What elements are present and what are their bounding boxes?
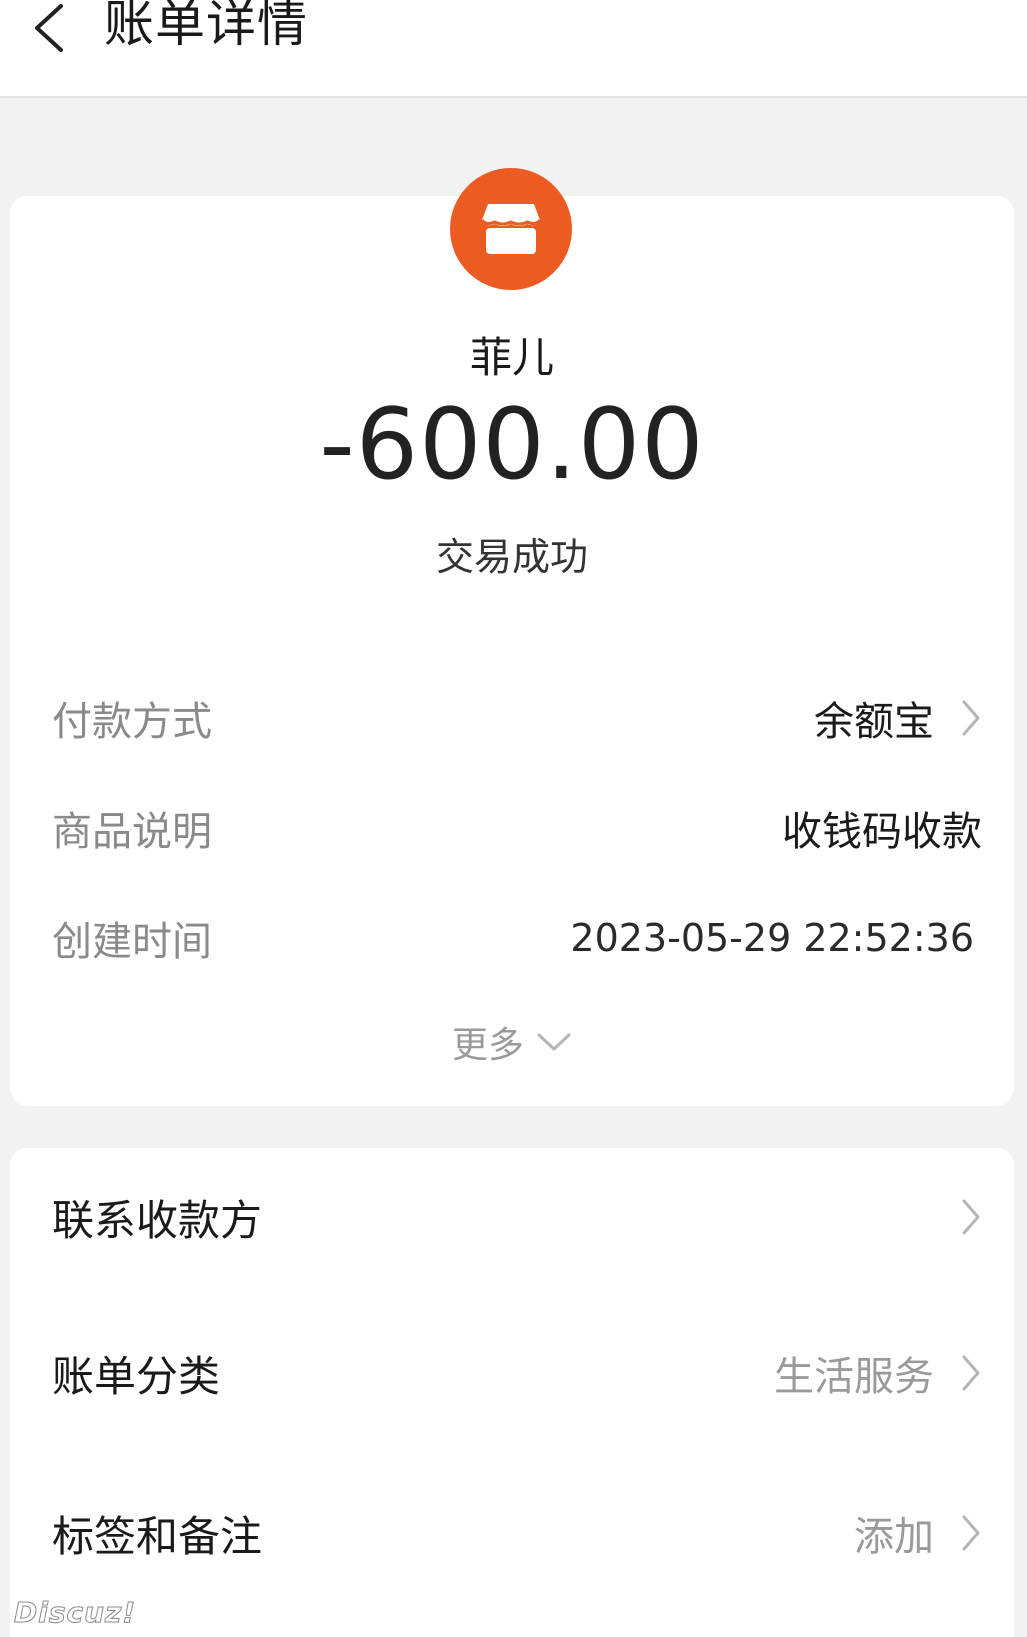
bill-category-label: 账单分类 bbox=[52, 1351, 221, 1401]
payment-method-row[interactable]: 付款方式 余额宝 bbox=[52, 688, 982, 748]
chevron-left-icon bbox=[35, 4, 63, 52]
contact-payee-label: 联系收款方 bbox=[52, 1195, 263, 1245]
transaction-amount: -600.00 bbox=[319, 388, 705, 502]
created-time-value: 2023-05-29 22:52:36 bbox=[570, 916, 974, 960]
created-time-row: 创建时间 2023-05-29 22:52:36 bbox=[52, 908, 982, 968]
product-description-value: 收钱码收款 bbox=[782, 809, 982, 855]
created-time-label: 创建时间 bbox=[52, 919, 212, 965]
page-title: 账单详情 bbox=[104, 0, 308, 53]
chevron-right-icon bbox=[960, 1513, 982, 1553]
payment-method-label: 付款方式 bbox=[52, 699, 212, 745]
bill-category-row[interactable]: 账单分类 生活服务 bbox=[52, 1338, 982, 1408]
top-nav-bar: 账单详情 bbox=[0, 0, 1027, 98]
actions-card: 联系收款方 账单分类 生活服务 标签和备注 添加 bbox=[10, 1148, 1014, 1637]
chevron-right-icon bbox=[960, 698, 982, 738]
chevron-down-icon bbox=[537, 1033, 571, 1051]
more-toggle[interactable]: 更多 bbox=[10, 1016, 1014, 1068]
tags-notes-label: 标签和备注 bbox=[52, 1511, 263, 1561]
transaction-summary-card: 菲儿 -600.00 交易成功 付款方式 余额宝 商品说明 收钱码收款 创建时间… bbox=[10, 168, 1014, 1106]
product-description-label: 商品说明 bbox=[52, 809, 212, 855]
store-icon bbox=[480, 204, 542, 254]
merchant-name: 菲儿 bbox=[469, 333, 554, 382]
tags-notes-value: 添加 bbox=[854, 1514, 934, 1560]
bill-category-value: 生活服务 bbox=[774, 1354, 934, 1400]
merchant-avatar bbox=[450, 168, 572, 290]
chevron-right-icon bbox=[960, 1197, 982, 1237]
bill-detail-page: 账单详情 菲儿 -600.00 交易成功 付款方式 余额宝 商品说明 收钱码收款… bbox=[0, 0, 1027, 1637]
watermark: Discuz! bbox=[13, 1596, 137, 1630]
product-description-row: 商品说明 收钱码收款 bbox=[52, 798, 982, 858]
contact-payee-row[interactable]: 联系收款方 bbox=[52, 1182, 982, 1252]
payment-method-value: 余额宝 bbox=[814, 699, 934, 745]
tags-notes-row[interactable]: 标签和备注 添加 bbox=[52, 1498, 982, 1568]
transaction-status: 交易成功 bbox=[435, 535, 588, 579]
more-label: 更多 bbox=[451, 1025, 524, 1066]
chevron-right-icon bbox=[960, 1353, 982, 1393]
back-button[interactable] bbox=[14, 0, 84, 60]
